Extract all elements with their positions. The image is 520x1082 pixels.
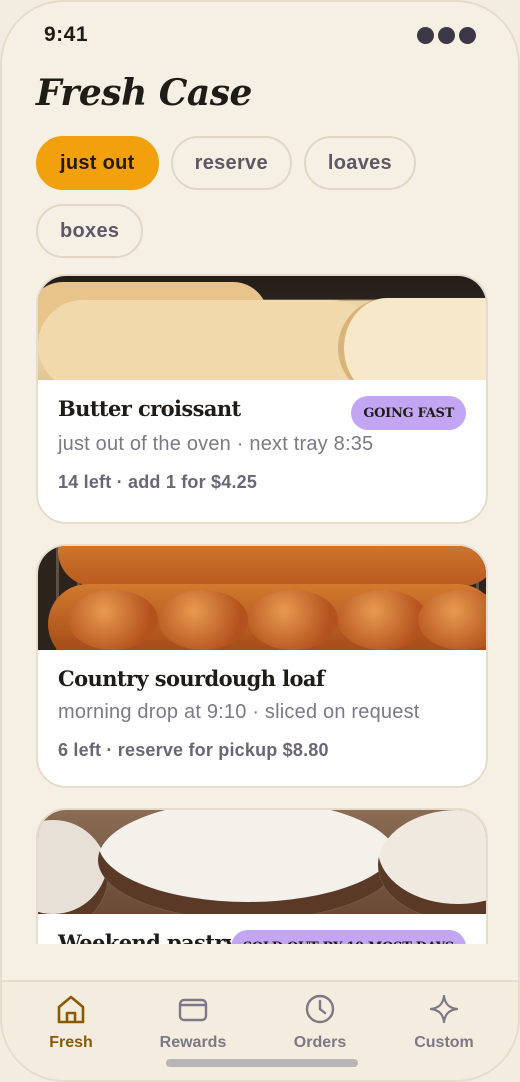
product-availability[interactable]: 6 left · reserve for pickup $8.80	[58, 740, 466, 761]
clock-icon	[305, 994, 335, 1024]
product-card-pastry-box[interactable]: Weekend pastry box SOLD OUT BY 10 MOST D…	[36, 808, 488, 944]
nav-item-orders[interactable]: Orders	[265, 992, 375, 1052]
nav-item-rewards[interactable]: Rewards	[138, 992, 248, 1052]
status-dot-icon	[417, 26, 434, 44]
status-badge: SOLD OUT BY 10 MOST DAYS	[230, 930, 466, 944]
nav-label: Custom	[414, 1034, 474, 1051]
filter-chip-loaves[interactable]: loaves	[303, 136, 416, 190]
nav-label: Fresh	[49, 1034, 93, 1051]
nav-label: Rewards	[159, 1034, 227, 1051]
product-subtitle: just out of the oven · next tray 8:35	[58, 433, 374, 455]
product-card-croissant[interactable]: Butter croissant GOING FAST just out of …	[36, 274, 488, 524]
nav-item-fresh[interactable]: Fresh	[16, 992, 126, 1052]
product-name: Country sourdough loaf	[58, 666, 325, 691]
status-badge: GOING FAST	[351, 396, 466, 430]
filter-chip-boxes[interactable]: boxes	[36, 204, 144, 258]
nav-item-custom[interactable]: Custom	[389, 992, 499, 1052]
wallet-icon	[178, 998, 208, 1022]
product-photo	[38, 810, 486, 914]
status-dot-icon	[459, 26, 476, 44]
filter-chip-just-out[interactable]: just out	[36, 136, 159, 190]
nav-label: Orders	[293, 1034, 347, 1051]
status-bar: 9:41	[44, 20, 476, 50]
status-dot-icon	[438, 26, 455, 44]
product-availability[interactable]: 14 left · add 1 for $4.25	[58, 472, 466, 493]
product-card-sourdough[interactable]: Country sourdough loaf morning drop at 9…	[36, 544, 488, 788]
page-title: Fresh Case	[36, 72, 252, 114]
sparkle-icon	[429, 994, 459, 1024]
product-photo	[38, 546, 486, 650]
home-indicator[interactable]	[166, 1059, 358, 1067]
product-subtitle: morning drop at 9:10 · sliced on request	[58, 701, 420, 723]
filter-chip-reserve[interactable]: reserve	[170, 136, 292, 190]
product-photo	[38, 276, 486, 380]
status-time: 9:41	[44, 23, 89, 46]
phone-screen: 9:41 Fresh Case just out reserve loaves …	[0, 0, 520, 1082]
home-icon	[57, 995, 85, 1024]
product-feed[interactable]: Butter croissant GOING FAST just out of …	[36, 274, 488, 944]
filter-chips: just out reserve loaves boxes	[36, 136, 476, 258]
status-indicators	[417, 26, 476, 44]
